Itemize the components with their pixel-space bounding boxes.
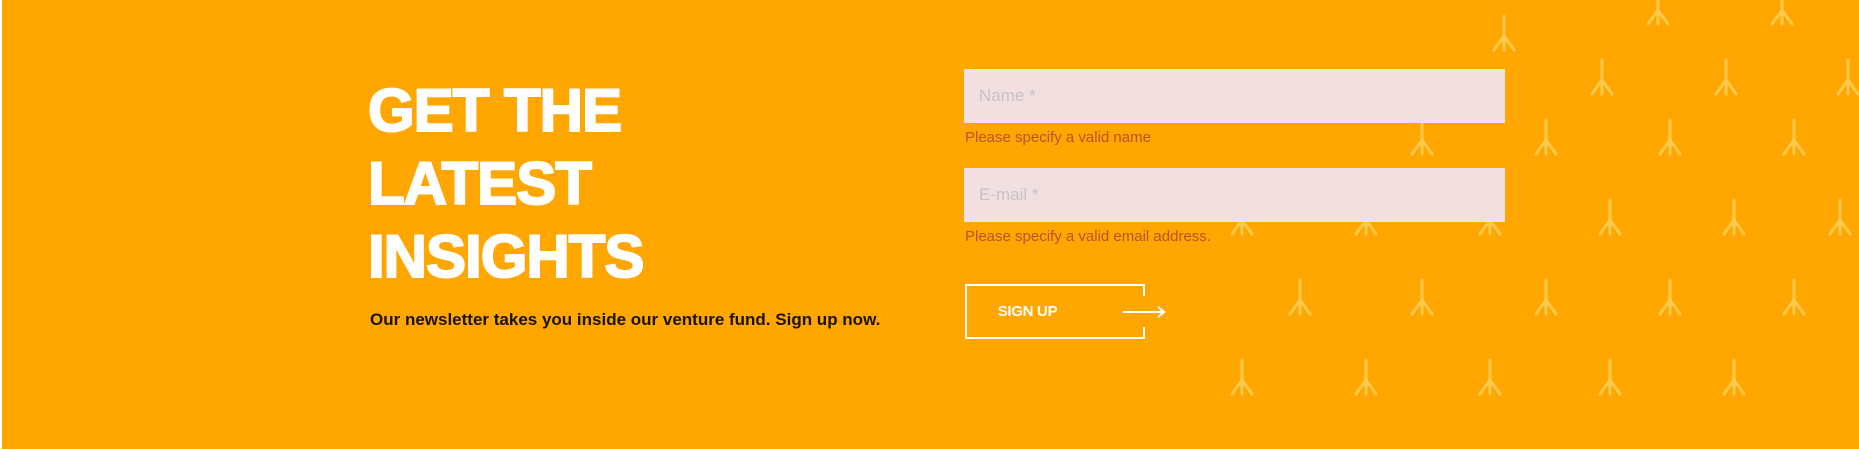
fork-glyph-icon xyxy=(1770,0,1794,26)
fork-glyph-icon xyxy=(1288,278,1312,316)
fork-glyph-icon xyxy=(1230,358,1254,396)
fork-glyph-icon xyxy=(1598,198,1622,236)
email-error-message: Please specify a valid email address. xyxy=(965,228,1211,245)
fork-glyph-icon xyxy=(1658,118,1682,156)
sign-up-button[interactable]: SIGN UP xyxy=(965,284,1166,339)
fork-glyph-icon xyxy=(1410,118,1434,156)
fork-glyph-icon xyxy=(1590,58,1614,96)
fork-glyph-icon xyxy=(1492,14,1516,52)
fork-glyph-icon xyxy=(1534,118,1558,156)
fork-glyph-icon xyxy=(1534,278,1558,316)
headline-line: LATEST xyxy=(367,149,593,218)
headline-line: GET THE xyxy=(367,76,623,145)
fork-glyph-icon xyxy=(1478,358,1502,396)
fork-glyph-icon xyxy=(1354,358,1378,396)
fork-glyph-icon xyxy=(1836,58,1859,96)
fork-glyph-icon xyxy=(1658,278,1682,316)
fork-glyph-icon xyxy=(1598,358,1622,396)
fork-glyph-icon xyxy=(1782,118,1806,156)
decorative-pattern xyxy=(1230,0,1859,396)
fork-glyph-icon xyxy=(1722,198,1746,236)
headline-line: INSIGHTS xyxy=(367,222,645,291)
fork-glyph-icon xyxy=(1714,58,1738,96)
newsletter-tagline: Our newsletter takes you inside our vent… xyxy=(370,310,881,329)
newsletter-banner: GET THE LATEST INSIGHTS Our newsletter t… xyxy=(2,0,1859,449)
fork-glyph-icon xyxy=(1410,278,1434,316)
sign-up-label: SIGN UP xyxy=(997,303,1058,320)
fork-glyph-icon xyxy=(1828,198,1852,236)
name-error-message: Please specify a valid name xyxy=(965,129,1151,146)
arrow-right-icon xyxy=(1123,306,1166,318)
fork-glyph-icon xyxy=(1646,0,1670,26)
fork-glyph-icon xyxy=(1722,358,1746,396)
newsletter-headline: GET THE LATEST INSIGHTS xyxy=(367,74,645,293)
email-input[interactable] xyxy=(964,168,1505,222)
name-input[interactable] xyxy=(964,69,1505,123)
fork-glyph-icon xyxy=(1782,278,1806,316)
